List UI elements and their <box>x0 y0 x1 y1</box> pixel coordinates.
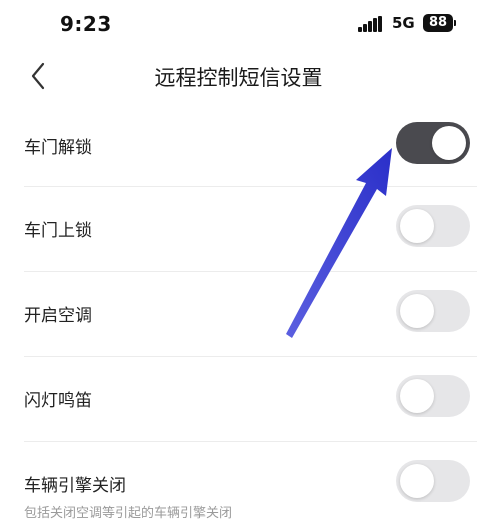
setting-label: 车门上锁 <box>24 221 92 241</box>
toggle-knob <box>432 126 466 160</box>
status-bar: 9:23 5G 88 <box>0 0 477 48</box>
door-unlock-toggle[interactable] <box>396 122 470 164</box>
setting-row-door-lock: 车门上锁 <box>24 187 477 272</box>
flash-horn-toggle[interactable] <box>396 375 470 417</box>
setting-row-engine-off: 车辆引擎关闭 包括关闭空调等引起的车辆引擎关闭 <box>24 442 477 526</box>
signal-icon <box>358 16 384 32</box>
page-title: 远程控制短信设置 <box>154 66 323 90</box>
setting-row-door-unlock: 车门解锁 <box>24 104 477 187</box>
air-conditioning-toggle[interactable] <box>396 290 470 332</box>
toggle-knob <box>400 294 434 328</box>
door-lock-toggle[interactable] <box>396 205 470 247</box>
setting-row-flash-horn: 闪灯鸣笛 <box>24 357 477 442</box>
navigation-bar: 远程控制短信设置 <box>0 48 477 104</box>
setting-label: 开启空调 <box>24 306 92 326</box>
setting-label: 车辆引擎关闭 <box>24 476 126 496</box>
battery-level: 88 <box>428 15 448 30</box>
status-time: 9:23 <box>60 12 112 36</box>
engine-off-toggle[interactable] <box>396 460 470 502</box>
toggle-knob <box>400 209 434 243</box>
network-type: 5G <box>392 14 415 32</box>
battery-icon: 88 <box>423 14 456 32</box>
setting-description: 包括关闭空调等引起的车辆引擎关闭 <box>24 506 233 521</box>
setting-label: 闪灯鸣笛 <box>24 391 92 411</box>
toggle-knob <box>400 379 434 413</box>
setting-row-air-conditioning: 开启空调 <box>24 272 477 357</box>
setting-label: 车门解锁 <box>24 138 92 158</box>
settings-list: 车门解锁 车门上锁 开启空调 闪灯鸣笛 车辆引擎关闭 包括关闭空调等引起的车辆引… <box>0 104 477 526</box>
